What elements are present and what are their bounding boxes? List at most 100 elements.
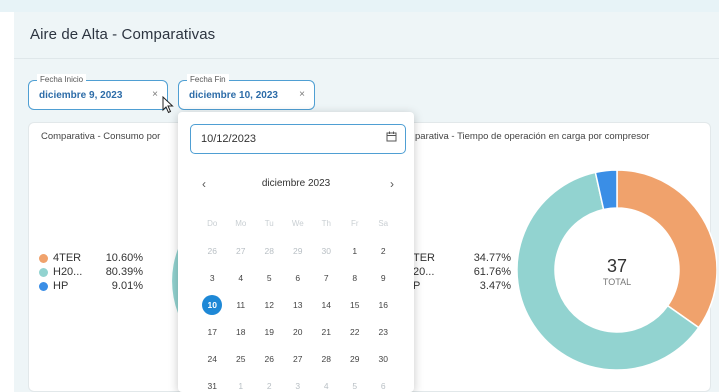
calendar-day[interactable]: 17 xyxy=(198,327,227,337)
donut-slice-0[interactable] xyxy=(616,170,717,329)
weekday-label: Tu xyxy=(264,219,274,228)
calendar-day-selected[interactable]: 10 xyxy=(198,294,227,315)
calendar-day[interactable]: 31 xyxy=(198,381,227,391)
legend-name: 20... xyxy=(413,266,435,278)
calendar-day[interactable]: 21 xyxy=(312,327,341,337)
weekday-label: Fr xyxy=(350,219,359,228)
calendar-day[interactable]: 12 xyxy=(255,300,284,310)
mouse-cursor-icon xyxy=(162,96,174,114)
calendar-week-row: 10 11 12 13 14 15 16 xyxy=(198,291,398,318)
legend-pct: 80.39% xyxy=(105,266,143,278)
calendar-icon[interactable] xyxy=(386,131,397,145)
legend-swatch xyxy=(39,281,48,291)
calendar-day[interactable]: 9 xyxy=(369,273,398,283)
date-input[interactable]: 10/12/2023 xyxy=(190,124,406,154)
calendar-day[interactable]: 11 xyxy=(227,300,256,310)
calendar-day[interactable]: 20 xyxy=(284,327,313,337)
start-date-field[interactable]: Fecha Inicio diciembre 9, 2023 × xyxy=(28,74,168,110)
calendar-day[interactable]: 3 xyxy=(284,381,313,391)
donut-total: 37 xyxy=(606,256,628,276)
start-date-label: Fecha Inicio xyxy=(37,74,87,86)
calendar-week-row: 17 18 19 20 21 22 23 xyxy=(198,318,398,345)
legend-name: HP xyxy=(53,280,69,292)
legend-name: TER xyxy=(413,252,435,264)
calendar-day[interactable]: 28 xyxy=(255,246,284,256)
legend-item[interactable]: HP 9.01% xyxy=(39,279,143,293)
calendar-day[interactable]: 27 xyxy=(227,246,256,256)
weekday-label: Mo xyxy=(235,219,247,228)
calendar-grid: Do Mo Tu We Th Fr Sa 26 27 28 29 30 1 2 3 4 5 6 7 8 9 10 11 12 1… xyxy=(198,210,398,392)
legend-pct: 3.47% xyxy=(479,280,511,292)
legend-item[interactable]: P 3.47% xyxy=(413,279,511,293)
clear-end-date-icon[interactable]: × xyxy=(299,89,305,100)
donut-center: 37 TOTAL xyxy=(577,256,657,287)
legend-pct: 10.60% xyxy=(105,252,143,264)
clear-start-date-icon[interactable]: × xyxy=(152,89,158,100)
calendar-day[interactable]: 13 xyxy=(284,300,313,310)
calendar-day[interactable]: 2 xyxy=(255,381,284,391)
legend-item[interactable]: 4TER 10.60% xyxy=(39,251,143,265)
calendar-day[interactable]: 8 xyxy=(341,273,370,283)
page-title: Aire de Alta - Comparativas xyxy=(30,26,216,43)
calendar-day[interactable]: 5 xyxy=(255,273,284,283)
calendar-month-label: diciembre 2023 xyxy=(261,178,331,189)
calendar-day[interactable]: 18 xyxy=(227,327,256,337)
start-date-value: diciembre 9, 2023 xyxy=(39,90,123,101)
date-input-value: 10/12/2023 xyxy=(201,133,257,145)
calendar-day[interactable]: 16 xyxy=(369,300,398,310)
calendar-day[interactable]: 30 xyxy=(312,246,341,256)
calendar-day[interactable]: 4 xyxy=(227,273,256,283)
calendar-day[interactable]: 1 xyxy=(341,246,370,256)
top-band xyxy=(0,0,719,12)
weekday-label: Sa xyxy=(378,219,389,228)
operation-time-card-title: parativa - Tiempo de operación en carga … xyxy=(415,131,650,142)
date-picker-popup[interactable]: 10/12/2023 ‹ diciembre 2023 › Do Mo Tu We Th… xyxy=(178,112,414,392)
legend-swatch xyxy=(39,267,48,277)
legend-item[interactable]: 20... 61.76% xyxy=(413,265,511,279)
end-date-value: diciembre 10, 2023 xyxy=(189,90,278,101)
calendar-day[interactable]: 22 xyxy=(341,327,370,337)
legend-name: 4TER xyxy=(53,252,82,264)
calendar-day[interactable]: 26 xyxy=(255,354,284,364)
next-month-button[interactable]: › xyxy=(390,177,394,191)
end-date-field[interactable]: Fecha Fin diciembre 10, 2023 × xyxy=(178,74,315,110)
calendar-day[interactable]: 23 xyxy=(369,327,398,337)
calendar-day[interactable]: 4 xyxy=(312,381,341,391)
calendar-week-row: 26 27 28 29 30 1 2 xyxy=(198,237,398,264)
calendar-day[interactable]: 14 xyxy=(312,300,341,310)
calendar-day[interactable]: 30 xyxy=(369,354,398,364)
donut-total-label: TOTAL xyxy=(602,277,632,287)
weekday-label: Th xyxy=(321,219,331,228)
calendar-day[interactable]: 24 xyxy=(198,354,227,364)
legend-swatch xyxy=(39,253,48,263)
legend-item[interactable]: H20... 80.39% xyxy=(39,265,143,279)
legend-item[interactable]: TER 34.77% xyxy=(413,251,511,265)
legend-pct: 9.01% xyxy=(111,280,143,292)
calendar-week-row: 24 25 26 27 28 29 30 xyxy=(198,345,398,372)
calendar-day[interactable]: 2 xyxy=(369,246,398,256)
consumption-card-title: Comparativa - Consumo por xyxy=(41,131,161,142)
calendar-day[interactable]: 27 xyxy=(284,354,313,364)
calendar-week-row: 31 1 2 3 4 5 6 xyxy=(198,372,398,392)
calendar-week-row: 3456789 xyxy=(198,264,398,291)
calendar-day[interactable]: 29 xyxy=(284,246,313,256)
weekday-header-row: Do Mo Tu We Th Fr Sa xyxy=(198,210,398,237)
calendar-day[interactable]: 7 xyxy=(312,273,341,283)
calendar-day[interactable]: 29 xyxy=(341,354,370,364)
legend-pct: 34.77% xyxy=(473,252,511,264)
calendar-day[interactable]: 3 xyxy=(198,273,227,283)
calendar-day[interactable]: 1 xyxy=(227,381,256,391)
calendar-day[interactable]: 15 xyxy=(341,300,370,310)
calendar-day[interactable]: 6 xyxy=(369,381,398,391)
calendar-day[interactable]: 6 xyxy=(284,273,313,283)
calendar-day[interactable]: 26 xyxy=(198,246,227,256)
weekday-label: Do xyxy=(207,219,218,228)
calendar-day[interactable]: 19 xyxy=(255,327,284,337)
legend-name: H20... xyxy=(53,266,83,278)
calendar-day[interactable]: 25 xyxy=(227,354,256,364)
end-date-label: Fecha Fin xyxy=(187,74,229,86)
calendar-day[interactable]: 5 xyxy=(341,381,370,391)
title-divider xyxy=(14,58,719,59)
consumption-legend: 4TER 10.60% H20... 80.39% HP 9.01% xyxy=(39,251,143,293)
calendar-day[interactable]: 28 xyxy=(312,354,341,364)
